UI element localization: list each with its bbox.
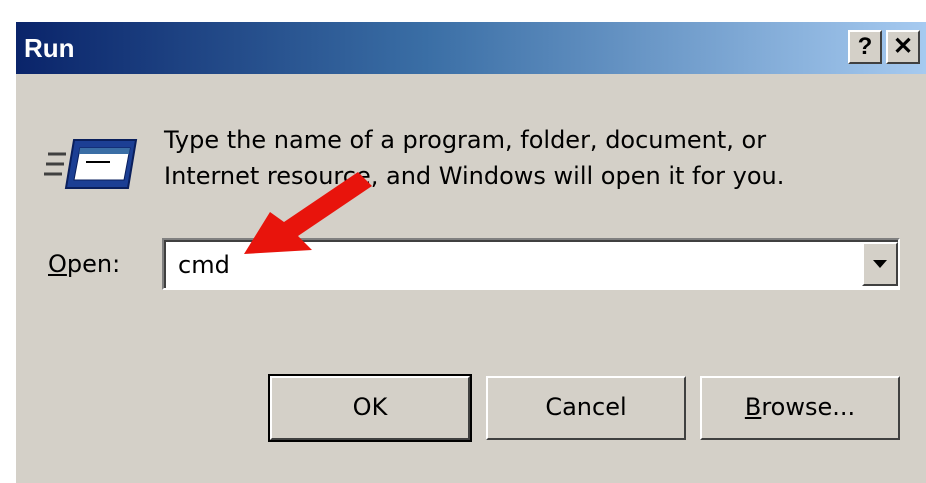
instruction-line-2: Internet resource, and Windows will open… xyxy=(164,162,785,190)
chevron-down-icon xyxy=(873,260,887,268)
help-button[interactable]: ? xyxy=(848,30,882,64)
open-combobox-frame xyxy=(164,240,898,288)
instruction-text: Type the name of a program, folder, docu… xyxy=(164,122,884,194)
close-icon: ✕ xyxy=(892,33,914,60)
open-input[interactable] xyxy=(178,248,838,282)
close-button[interactable]: ✕ xyxy=(886,30,920,64)
title-bar[interactable]: Run ? ✕ xyxy=(16,22,926,74)
browse-button[interactable]: Browse... xyxy=(700,376,900,440)
cancel-button[interactable]: Cancel xyxy=(486,376,686,440)
run-dialog: Run ? ✕ Type the name of a program, fold… xyxy=(14,20,926,483)
instruction-line-1: Type the name of a program, folder, docu… xyxy=(164,126,767,154)
open-label-accel: O xyxy=(48,250,67,278)
dropdown-button[interactable] xyxy=(862,242,898,286)
page: Run ? ✕ Type the name of a program, fold… xyxy=(0,0,926,483)
open-combobox[interactable] xyxy=(162,238,900,290)
help-icon: ? xyxy=(857,33,873,60)
open-label-rest: pen: xyxy=(66,250,121,278)
window-title: Run xyxy=(24,33,75,63)
browse-label-accel: B xyxy=(744,393,762,421)
run-dialog-icon xyxy=(44,139,138,189)
ok-button[interactable]: OK xyxy=(268,374,472,442)
browse-label-rest: rowse... xyxy=(761,393,856,421)
open-label: Open: xyxy=(48,247,120,281)
